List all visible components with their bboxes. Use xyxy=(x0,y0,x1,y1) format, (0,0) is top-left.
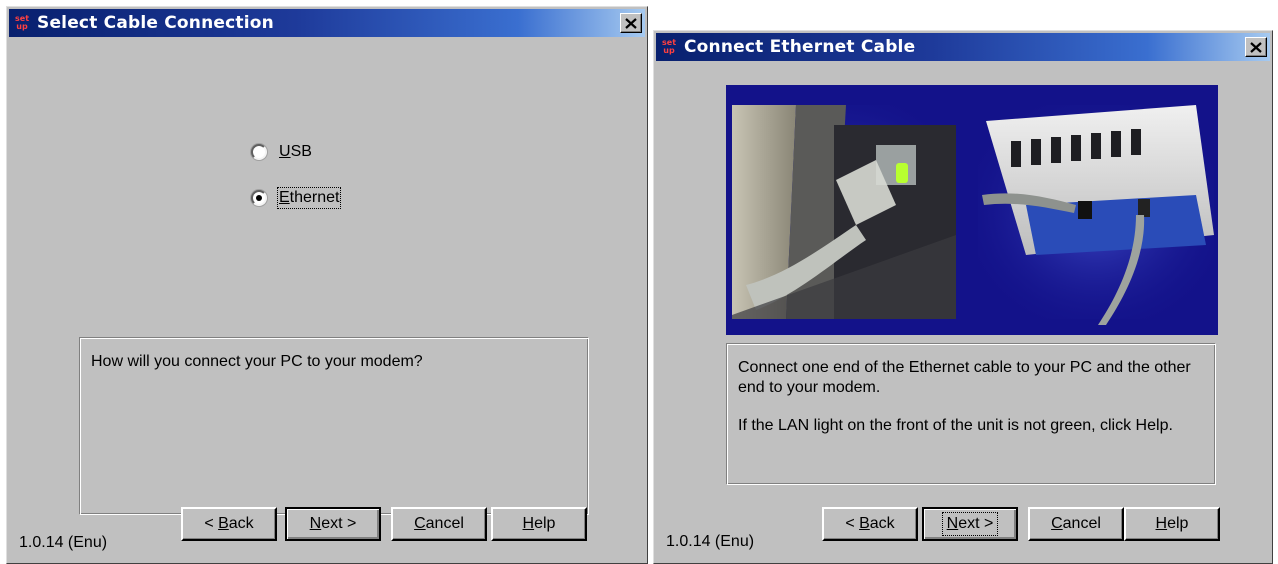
radio-icon[interactable] xyxy=(251,144,267,160)
message-box: How will you connect your PC to your mod… xyxy=(79,337,589,515)
next-mnemonic: N xyxy=(946,515,959,532)
connect-ethernet-dialog: set up Connect Ethernet Cable Connect on… xyxy=(653,30,1273,564)
help-rest: elp xyxy=(534,515,556,532)
radio-usb-label-rest: SB xyxy=(290,143,312,160)
cancel-mnemonic: C xyxy=(414,515,426,532)
close-icon xyxy=(625,17,637,29)
back-rest: ack xyxy=(228,515,254,532)
back-label: < Back xyxy=(204,515,253,533)
cancel-label: Cancel xyxy=(1051,515,1101,533)
dialog-title: Select Cable Connection xyxy=(37,13,274,33)
radio-ethernet-label: Ethernet xyxy=(276,187,342,209)
back-rest: ack xyxy=(869,515,895,532)
cancel-label: Cancel xyxy=(414,515,464,533)
back-button[interactable]: < Back xyxy=(822,507,918,541)
radio-usb-label: USB xyxy=(279,143,312,161)
next-label: Next > xyxy=(310,515,357,533)
version-label: 1.0.14 (Enu) xyxy=(19,534,108,551)
cancel-button[interactable]: Cancel xyxy=(391,507,487,541)
close-button[interactable] xyxy=(1245,37,1267,57)
cancel-button[interactable]: Cancel xyxy=(1028,507,1124,541)
message-text: How will you connect your PC to your mod… xyxy=(91,353,423,370)
next-mnemonic: N xyxy=(309,515,322,532)
select-cable-dialog: set up Select Cable Connection USB Ether… xyxy=(6,6,648,564)
back-mnemonic: B xyxy=(218,515,229,532)
dialog-title: Connect Ethernet Cable xyxy=(684,37,916,57)
cable-illustration xyxy=(726,85,1218,335)
cancel-mnemonic: C xyxy=(1051,515,1063,532)
help-button[interactable]: Help xyxy=(1124,507,1220,541)
version-label: 1.0.14 (Enu) xyxy=(666,533,755,550)
cancel-rest: ancel xyxy=(425,515,464,532)
mnemonic-e: E xyxy=(279,189,290,206)
help-mnemonic: H xyxy=(522,515,535,532)
radio-icon[interactable] xyxy=(251,190,267,206)
message-line-1: Connect one end of the Ethernet cable to… xyxy=(738,359,1191,396)
mnemonic-u: U xyxy=(279,143,291,160)
next-rest: ext > xyxy=(321,515,357,532)
back-prefix: < xyxy=(204,515,219,532)
close-button[interactable] xyxy=(620,13,642,33)
help-rest: elp xyxy=(1167,515,1189,532)
setup-app-icon: set up xyxy=(15,13,29,33)
next-button[interactable]: Next > xyxy=(922,507,1018,541)
help-label: Help xyxy=(523,515,556,533)
cancel-rest: ancel xyxy=(1062,515,1101,532)
close-icon xyxy=(1250,41,1262,53)
radio-ethernet-label-rest: thernet xyxy=(289,189,340,206)
help-mnemonic: H xyxy=(1155,515,1168,532)
message-line-2: If the LAN light on the front of the uni… xyxy=(738,417,1173,434)
app-icon-line2: up xyxy=(16,22,28,31)
message-box: Connect one end of the Ethernet cable to… xyxy=(726,343,1216,485)
title-bar[interactable]: set up Connect Ethernet Cable xyxy=(656,33,1270,61)
back-mnemonic: B xyxy=(859,515,870,532)
back-label: < Back xyxy=(845,515,894,533)
radio-ethernet[interactable]: Ethernet xyxy=(251,187,342,209)
next-label: Next > xyxy=(941,512,999,536)
help-label: Help xyxy=(1156,515,1189,533)
title-bar[interactable]: set up Select Cable Connection xyxy=(9,9,645,37)
next-rest: ext > xyxy=(958,515,994,532)
help-button[interactable]: Help xyxy=(491,507,587,541)
back-button[interactable]: < Back xyxy=(181,507,277,541)
app-icon-line2: up xyxy=(663,46,675,55)
next-button[interactable]: Next > xyxy=(285,507,381,541)
back-prefix: < xyxy=(845,515,860,532)
ethernet-cable-photo xyxy=(726,85,1218,335)
setup-app-icon: set up xyxy=(662,37,676,57)
radio-usb[interactable]: USB xyxy=(251,143,312,161)
